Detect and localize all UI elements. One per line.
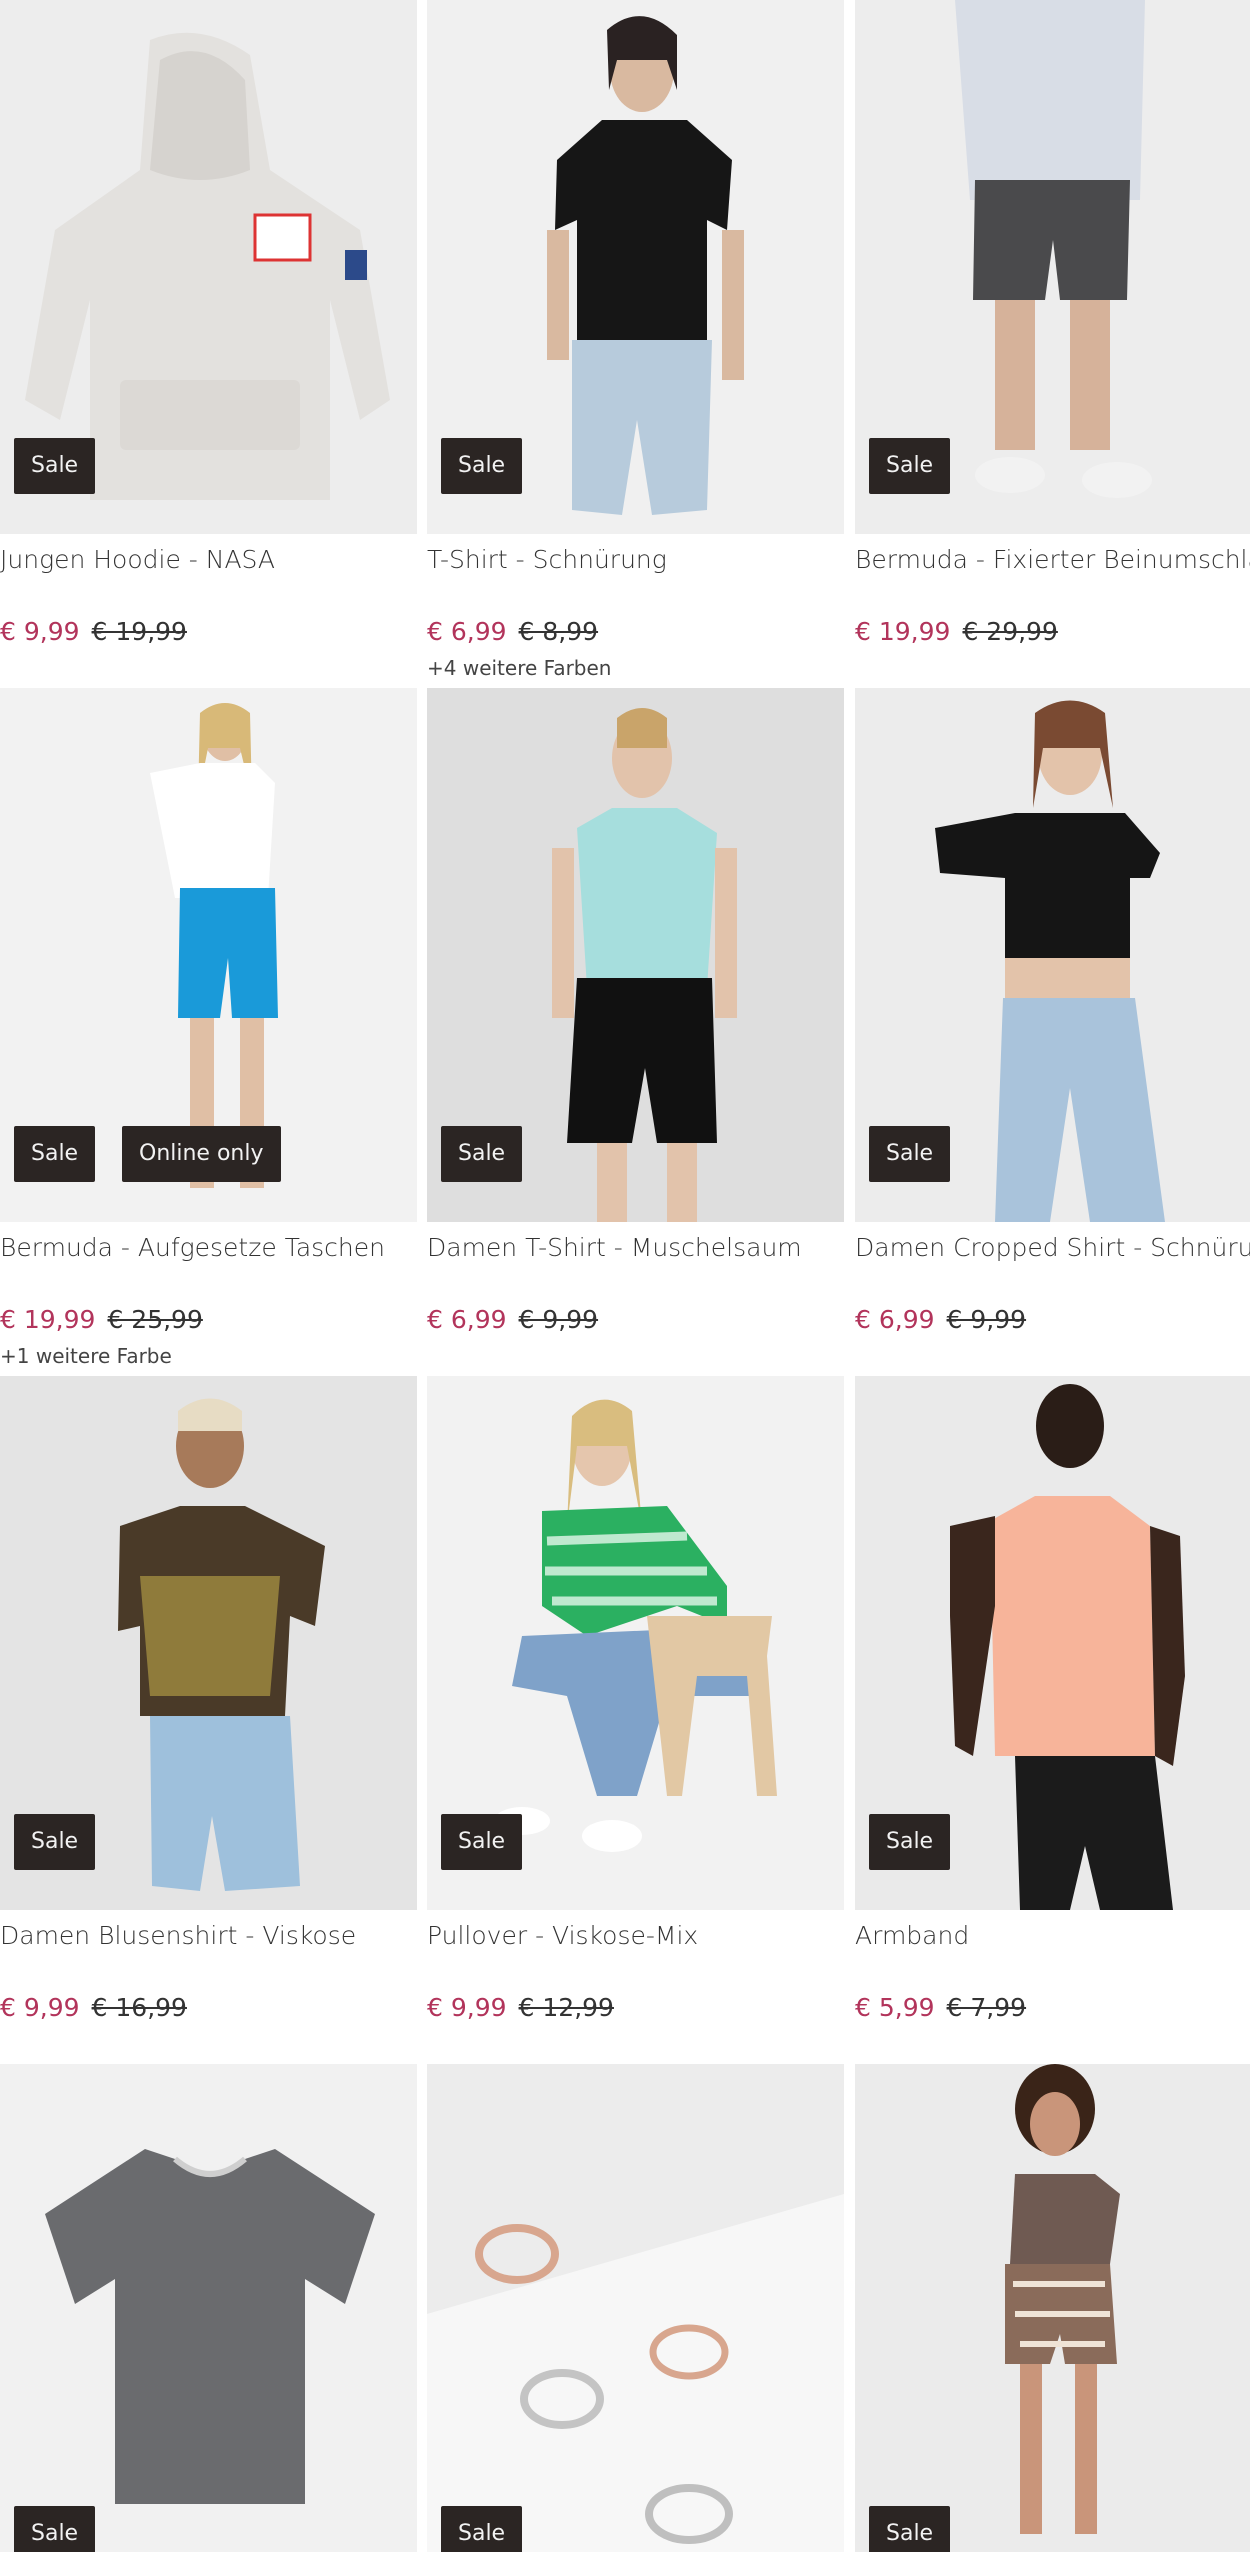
product-card-cropped-shirt[interactable]: Sale Damen Cropped Shirt - Schnürung € 6… [855,688,1250,1376]
product-image[interactable]: Sale [427,688,844,1222]
original-price: € 7,99 [946,1993,1027,2022]
price-row: € 19,99 € 25,99 [0,1302,203,1338]
product-title[interactable]: Damen T-Shirt - Muschelsaum [427,1230,852,1266]
product-image[interactable]: Sale [855,2064,1250,2552]
product-grid: Sale Jungen Hoodie - NASA € 9,99 € 19,99 … [0,0,1250,2552]
original-price: € 12,99 [518,1993,614,2022]
sale-badge: Sale [14,1126,96,1182]
product-image[interactable]: Sale [0,0,417,534]
sale-price: € 9,99 [427,1993,507,2022]
original-price: € 8,99 [518,617,599,646]
more-colors-link[interactable]: +1 weitere Farbe [0,1342,172,1370]
product-image[interactable]: Sale [855,0,1250,534]
product-card-bermuda-beinumschlag[interactable]: Sale Bermuda - Fixierter Beinumschlag € … [855,0,1250,688]
price-row: € 9,99 € 12,99 [427,1990,614,2026]
product-card-tshirt-grey[interactable]: Sale [0,2064,417,2552]
product-image[interactable]: Sale Online only [0,688,417,1222]
product-image[interactable]: Sale [855,1376,1250,1910]
sale-badge: Sale [869,2506,951,2552]
product-card-shorts-paisley[interactable]: Sale [855,2064,1250,2552]
original-price: € 16,99 [91,1993,187,2022]
product-title[interactable]: T-Shirt - Schnürung [427,542,852,578]
product-image[interactable]: Sale [0,1376,417,1910]
product-card-tshirt-muschelsaum[interactable]: Sale Damen T-Shirt - Muschelsaum € 6,99 €… [427,688,844,1376]
original-price: € 29,99 [962,617,1058,646]
sale-badge: Sale [869,438,951,494]
price-row: € 6,99 € 9,99 [855,1302,1026,1338]
product-image[interactable]: Sale [0,2064,417,2552]
sale-badge: Sale [869,1814,951,1870]
sale-badge: Sale [14,1814,96,1870]
sale-badge: Sale [14,2506,96,2552]
sale-price: € 19,99 [0,1305,96,1334]
product-card-rings[interactable]: Sale [427,2064,844,2552]
sale-badge: Sale [441,1814,523,1870]
product-card-blusenshirt-viskose[interactable]: Sale Damen Blusenshirt - Viskose € 9,99 €… [0,1376,417,2064]
product-title[interactable]: Pullover - Viskose-Mix [427,1918,852,1954]
product-title[interactable]: Damen Blusenshirt - Viskose [0,1918,425,1954]
price-row: € 19,99 € 29,99 [855,614,1058,650]
product-title[interactable]: Bermuda - Aufgesetze Taschen [0,1230,425,1266]
product-card-pullover-viskose[interactable]: Sale Pullover - Viskose-Mix € 9,99 € 12,9… [427,1376,844,2064]
sale-badge: Sale [441,438,523,494]
more-colors-link[interactable]: +4 weitere Farben [427,654,611,682]
price-row: € 6,99 € 9,99 [427,1302,598,1338]
sale-badge: Sale [441,2506,523,2552]
product-image[interactable]: Sale [427,0,844,534]
sale-price: € 5,99 [855,1993,935,2022]
sale-price: € 19,99 [855,617,951,646]
sale-badge: Sale [14,438,96,494]
price-row: € 6,99 € 8,99 [427,614,598,650]
sale-price: € 6,99 [855,1305,935,1334]
price-row: € 9,99 € 16,99 [0,1990,187,2026]
original-price: € 25,99 [107,1305,203,1334]
product-title[interactable]: Armband [855,1918,1250,1954]
sale-price: € 9,99 [0,617,80,646]
product-title[interactable]: Jungen Hoodie - NASA [0,542,425,578]
product-card-armband[interactable]: Sale Armband € 5,99 € 7,99 [855,1376,1250,2064]
product-title[interactable]: Bermuda - Fixierter Beinumschlag [855,542,1250,578]
sale-price: € 6,99 [427,617,507,646]
original-price: € 19,99 [91,617,187,646]
original-price: € 9,99 [946,1305,1027,1334]
price-row: € 9,99 € 19,99 [0,614,187,650]
product-title[interactable]: Damen Cropped Shirt - Schnürung [855,1230,1250,1266]
product-card-hoodie-nasa[interactable]: Sale Jungen Hoodie - NASA € 9,99 € 19,99 [0,0,417,688]
sale-price: € 9,99 [0,1993,80,2022]
original-price: € 9,99 [518,1305,599,1334]
online-only-badge: Online only [122,1126,281,1182]
price-row: € 5,99 € 7,99 [855,1990,1026,2026]
product-image[interactable]: Sale [855,688,1250,1222]
sale-badge: Sale [441,1126,523,1182]
product-card-tshirt-schnuerung[interactable]: Sale T-Shirt - Schnürung € 6,99 € 8,99 +4… [427,0,844,688]
product-card-bermuda-taschen[interactable]: Sale Online only Bermuda - Aufgesetze Ta… [0,688,417,1376]
sale-price: € 6,99 [427,1305,507,1334]
product-image[interactable]: Sale [427,2064,844,2552]
sale-badge: Sale [869,1126,951,1182]
product-image[interactable]: Sale [427,1376,844,1910]
